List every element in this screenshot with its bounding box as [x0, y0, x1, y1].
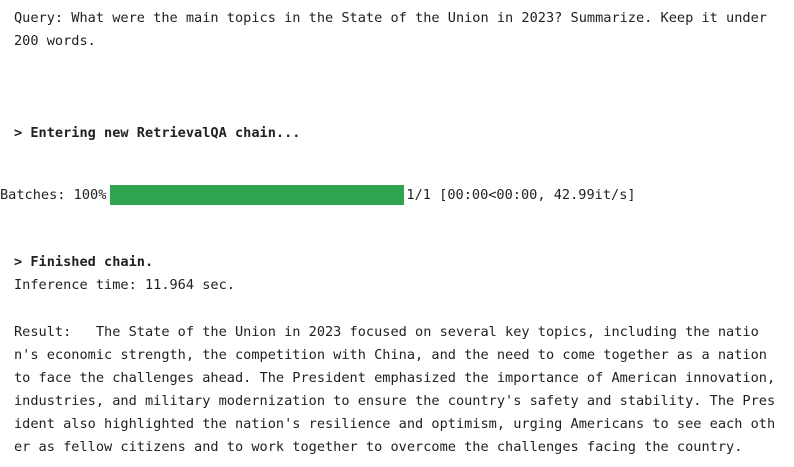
- query-line-1: Query: What were the main topics in the …: [14, 10, 767, 26]
- result-line-2: n's economic strength, the competition w…: [14, 347, 767, 363]
- result-line-5: ident also highlighted the nation's resi…: [14, 416, 776, 432]
- progress-stats: 1/1 [00:00<00:00, 42.99it/s]: [406, 186, 636, 203]
- progress-bar-fill: [110, 184, 405, 205]
- result-line-6: er as fellow citizens and to work togeth…: [14, 439, 743, 455]
- finished-chain-message: > Finished chain.: [14, 254, 154, 270]
- result-line-1: Result: The State of the Union in 2023 f…: [14, 324, 759, 340]
- result-line-4: industries, and military modernization t…: [14, 393, 776, 409]
- result-line-3: to face the challenges ahead. The Presid…: [14, 370, 776, 386]
- entering-chain-message: > Entering new RetrievalQA chain...: [14, 125, 301, 141]
- progress-label: Batches: 100%: [0, 186, 107, 203]
- progress-bar: [110, 184, 405, 205]
- progress-row: Batches: 100% 1/1 [00:00<00:00, 42.99it/…: [0, 183, 636, 206]
- inference-time: Inference time: 11.964 sec.: [14, 277, 235, 293]
- query-line-2: 200 words.: [14, 33, 96, 49]
